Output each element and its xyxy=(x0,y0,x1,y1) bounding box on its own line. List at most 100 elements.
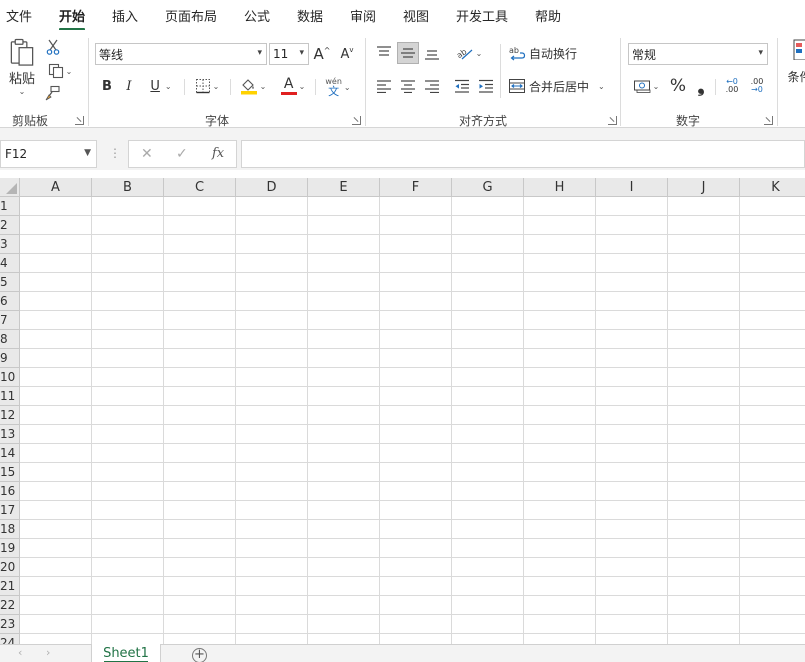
chevron-down-icon[interactable]: ▼ xyxy=(84,148,91,158)
formula-input[interactable] xyxy=(241,140,805,168)
underline-button[interactable]: U ⌄ xyxy=(144,75,178,97)
copy-button[interactable]: ⌄ xyxy=(44,62,76,80)
column-header[interactable]: K xyxy=(740,178,805,197)
row-header[interactable]: 23 xyxy=(0,615,20,634)
row-header[interactable]: 10 xyxy=(0,368,20,387)
decrease-font-button[interactable]: Av xyxy=(337,43,357,65)
format-painter-button[interactable] xyxy=(44,84,62,102)
row-header[interactable]: 18 xyxy=(0,520,20,539)
row-header[interactable]: 11 xyxy=(0,387,20,406)
row-header[interactable]: 15 xyxy=(0,463,20,482)
row-header[interactable]: 5 xyxy=(0,273,20,292)
row-header[interactable]: 9 xyxy=(0,349,20,368)
row-header[interactable]: 4 xyxy=(0,254,20,273)
column-header[interactable]: F xyxy=(380,178,452,197)
row-header[interactable]: 22 xyxy=(0,596,20,615)
align-center-button[interactable] xyxy=(398,75,418,97)
fill-color-button[interactable]: ⌄ xyxy=(236,75,270,97)
tab-data[interactable]: 数据 xyxy=(297,6,323,25)
paste-button[interactable]: 粘贴 ⌄ xyxy=(6,38,38,96)
enter-icon[interactable]: ✓ xyxy=(176,146,188,162)
wrap-text-button[interactable]: ab 自动换行 xyxy=(508,42,582,64)
formula-bar-grip-icon[interactable]: ⋮ xyxy=(109,146,121,160)
chevron-down-icon: ⌄ xyxy=(344,83,351,92)
decrease-indent-button[interactable] xyxy=(452,75,472,97)
tab-developer[interactable]: 开发工具 xyxy=(456,6,508,25)
merge-center-label: 合并后居中 xyxy=(529,78,589,95)
column-header[interactable]: E xyxy=(308,178,380,197)
column-header[interactable]: D xyxy=(236,178,308,197)
tab-home[interactable]: 开始 xyxy=(59,6,85,25)
tab-view[interactable]: 视图 xyxy=(403,6,429,25)
row-header[interactable]: 13 xyxy=(0,425,20,444)
comma-style-button[interactable]: ❟ xyxy=(692,75,710,97)
row-header[interactable]: 21 xyxy=(0,577,20,596)
font-launcher-icon[interactable] xyxy=(352,116,361,125)
tab-help[interactable]: 帮助 xyxy=(535,6,561,25)
column-header[interactable]: A xyxy=(20,178,92,197)
column-header[interactable]: C xyxy=(164,178,236,197)
insert-function-icon[interactable]: fx xyxy=(212,146,224,161)
chevron-down-icon: ⌄ xyxy=(213,82,220,91)
font-size-select[interactable]: 11 ▾ xyxy=(269,43,309,65)
accounting-format-button[interactable]: ⌄ xyxy=(629,75,663,97)
column-header[interactable]: B xyxy=(92,178,164,197)
next-sheet-icon[interactable]: › xyxy=(46,646,50,659)
row-header[interactable]: 2 xyxy=(0,216,20,235)
column-header[interactable]: I xyxy=(596,178,668,197)
align-top-button[interactable] xyxy=(374,42,394,64)
font-color-button[interactable]: A ⌄ xyxy=(276,75,310,97)
tab-file[interactable]: 文件 xyxy=(6,6,32,25)
cancel-icon[interactable]: ✕ xyxy=(141,146,153,162)
select-all-button[interactable] xyxy=(0,178,20,197)
cut-button[interactable] xyxy=(44,38,62,56)
row-header[interactable]: 8 xyxy=(0,330,20,349)
align-bottom-button[interactable] xyxy=(422,42,442,64)
tab-formulas[interactable]: 公式 xyxy=(244,6,270,25)
row-header[interactable]: 14 xyxy=(0,444,20,463)
row-header[interactable]: 20 xyxy=(0,558,20,577)
row-header[interactable]: 24 xyxy=(0,634,20,644)
row-header[interactable]: 6 xyxy=(0,292,20,311)
number-launcher-icon[interactable] xyxy=(764,116,773,125)
chevron-down-icon: ⌄ xyxy=(19,87,26,96)
orientation-button[interactable]: ab ⌄ xyxy=(452,42,486,64)
row-header[interactable]: 16 xyxy=(0,482,20,501)
prev-sheet-icon[interactable]: ‹ xyxy=(18,646,22,659)
increase-indent-button[interactable] xyxy=(476,75,496,97)
row-header[interactable]: 17 xyxy=(0,501,20,520)
borders-button[interactable]: ⌄ xyxy=(190,75,224,97)
align-middle-button[interactable] xyxy=(397,42,419,64)
tab-review[interactable]: 审阅 xyxy=(350,6,376,25)
tab-page-layout[interactable]: 页面布局 xyxy=(165,6,217,25)
column-header[interactable]: H xyxy=(524,178,596,197)
column-header[interactable]: G xyxy=(452,178,524,197)
name-box[interactable]: F12 ▼ xyxy=(0,140,97,168)
increase-font-button[interactable]: A^ xyxy=(312,43,332,65)
add-sheet-icon[interactable]: + xyxy=(192,648,207,662)
row-header[interactable]: 12 xyxy=(0,406,20,425)
clipboard-launcher-icon[interactable] xyxy=(75,116,84,125)
sheet-tab-sheet1[interactable]: Sheet1 xyxy=(91,644,161,662)
number-format-select[interactable]: 常规 ▾ xyxy=(628,43,768,65)
align-right-button[interactable] xyxy=(422,75,442,97)
row-header[interactable]: 7 xyxy=(0,311,20,330)
alignment-group-label: 对齐方式 xyxy=(459,112,507,129)
merge-center-button[interactable]: 合并后居中 ⌄ xyxy=(508,75,610,97)
conditional-formatting-button[interactable]: 条件 xyxy=(786,38,805,98)
font-name-select[interactable]: 等线 ▾ xyxy=(95,43,267,65)
percent-style-button[interactable]: % xyxy=(668,75,688,97)
tab-insert[interactable]: 插入 xyxy=(112,6,138,25)
column-header[interactable]: J xyxy=(668,178,740,197)
increase-decimal-button[interactable]: ←0 .00 xyxy=(721,75,743,97)
row-header[interactable]: 19 xyxy=(0,539,20,558)
row-header[interactable]: 3 xyxy=(0,235,20,254)
italic-button[interactable]: I xyxy=(120,75,138,97)
bold-button[interactable]: B xyxy=(98,75,116,97)
row-header[interactable]: 1 xyxy=(0,197,20,216)
alignment-launcher-icon[interactable] xyxy=(608,116,617,125)
decrease-decimal-button[interactable]: .00 →0 xyxy=(746,75,768,97)
phonetic-button[interactable]: wén 文 ⌄ xyxy=(321,75,355,99)
cell-area[interactable] xyxy=(20,197,805,644)
align-left-button[interactable] xyxy=(374,75,394,97)
